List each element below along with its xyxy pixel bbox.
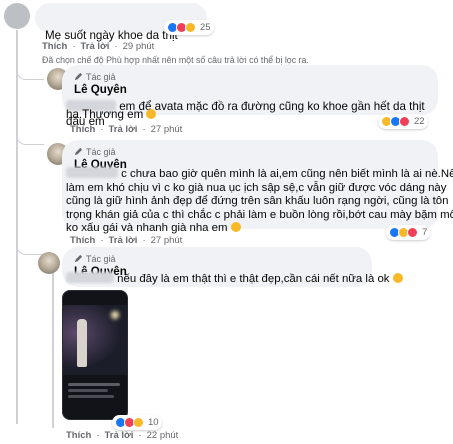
- reaction-count: 10: [148, 417, 159, 428]
- comment-actions: Thích · Trả lời · 22 phút: [66, 430, 179, 441]
- author-badge: Tác giả: [74, 71, 428, 82]
- avatar[interactable]: [4, 3, 30, 29]
- avatar[interactable]: [38, 252, 60, 274]
- reply-text-line: ko xấu gái và nhanh già nha em: [66, 222, 228, 234]
- reply-text-line2-wrap: ha.Thương em: [66, 108, 157, 123]
- image-caption-lines: [68, 389, 108, 392]
- reply-button[interactable]: Trả lời: [109, 235, 138, 246]
- author-badge-pen-icon: [74, 147, 83, 156]
- reply-button[interactable]: Trả lời: [81, 41, 110, 52]
- like-button[interactable]: Thích: [66, 430, 91, 441]
- reply-text-line: cũng là giữ hình ảnh đẹp để đứng trên sâ…: [66, 195, 449, 207]
- like-button[interactable]: Thích: [42, 41, 67, 52]
- timestamp[interactable]: 22 phút: [147, 430, 179, 441]
- author-badge: Tác giả: [74, 146, 428, 157]
- reply-text-line: làm em khó chịu vì c ko già nua ục ịch s…: [66, 181, 447, 194]
- author-badge-pen-icon: [74, 254, 83, 263]
- thread-branch: [16, 235, 44, 255]
- timestamp[interactable]: 27 phút: [151, 124, 183, 135]
- image-caption-lines: [68, 383, 120, 386]
- love-reaction-icon: [399, 116, 410, 127]
- thread-line-sub: [52, 268, 54, 428]
- comment-actions: Thích · Trả lời · 29 phút: [42, 41, 155, 52]
- attached-image[interactable]: [62, 290, 128, 420]
- reply-text-block: c chưa bao giờ quên mình là ai,em cũng n…: [66, 167, 453, 236]
- reply-text-line: c chưa bao giờ quên mình là ai,em cũng n…: [121, 168, 453, 180]
- author-badge: Tác giả: [74, 253, 362, 264]
- reply-text-line: trọng khán giả của c thì chắc c phải làm…: [66, 208, 453, 221]
- image-light: [111, 311, 119, 319]
- comment-actions: Thích · Trả lời · 27 phút: [70, 124, 183, 135]
- timestamp[interactable]: 27 phút: [151, 235, 183, 246]
- reply-button[interactable]: Trả lời: [109, 124, 138, 135]
- haha-reaction-icon: [185, 22, 196, 33]
- reply-text-line: nếu đây là em thật thì e thật đẹp,cần cá…: [117, 273, 390, 285]
- thread-branch: [16, 60, 44, 80]
- care-emoji-icon: [392, 273, 403, 283]
- redacted-name: [66, 167, 118, 178]
- thread-line: [16, 30, 18, 424]
- author-name[interactable]: Lê Quyên: [74, 82, 428, 97]
- reaction-summary[interactable]: 10: [112, 415, 162, 430]
- filter-note: Đã chọn chế độ Phù hợp nhất nên một số c…: [42, 55, 309, 65]
- care-emoji-icon: [230, 222, 241, 232]
- thread-branch: [16, 120, 44, 145]
- reply-button[interactable]: Trả lời: [105, 430, 134, 441]
- care-emoji-icon: [146, 109, 157, 119]
- image-caption-lines: [68, 395, 114, 398]
- reaction-summary[interactable]: 7: [386, 225, 431, 240]
- reaction-summary[interactable]: 25: [164, 20, 214, 35]
- like-button[interactable]: Thích: [70, 124, 95, 135]
- author-badge-pen-icon: [74, 72, 83, 81]
- comment-actions: Thích · Trả lời · 27 phút: [70, 235, 183, 246]
- like-button[interactable]: Thích: [70, 235, 95, 246]
- reaction-count: 22: [414, 116, 425, 127]
- reply-text-wrap: nếu đây là em thật thì e thật đẹp,cần cá…: [66, 272, 403, 286]
- image-figure: [77, 319, 87, 367]
- reaction-count: 7: [422, 227, 428, 238]
- reaction-summary[interactable]: 22: [378, 114, 428, 129]
- love-reaction-icon: [407, 227, 418, 238]
- haha-reaction-icon: [133, 417, 144, 428]
- timestamp[interactable]: 29 phút: [123, 41, 155, 52]
- reaction-count: 25: [200, 22, 211, 33]
- redacted-name: [66, 272, 114, 283]
- reply-text-line: ha.Thương em: [66, 108, 144, 121]
